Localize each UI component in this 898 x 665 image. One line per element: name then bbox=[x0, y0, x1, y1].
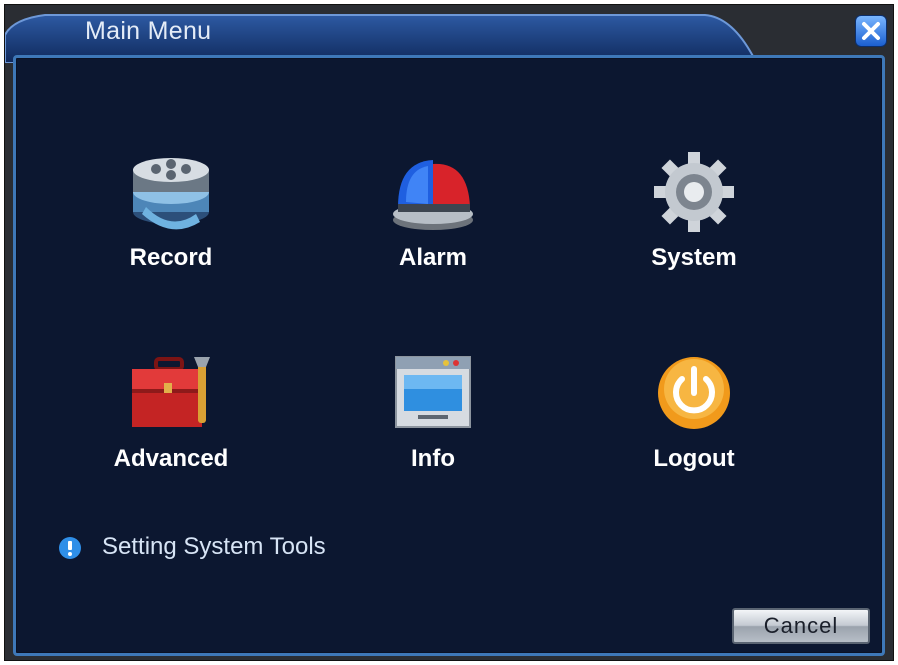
main-menu-panel: Record Alarm System Advanced Info Logout… bbox=[13, 55, 885, 656]
menu-item-system[interactable]: System bbox=[594, 152, 794, 292]
main-menu-window: Main Menu Record Alarm System Advanced I… bbox=[4, 4, 894, 661]
window-title: Main Menu bbox=[85, 17, 212, 45]
gear-icon bbox=[654, 152, 734, 232]
menu-item-record[interactable]: Record bbox=[71, 152, 271, 292]
info-window-icon bbox=[395, 356, 471, 428]
close-button[interactable] bbox=[855, 15, 887, 47]
menu-item-alarm[interactable]: Alarm bbox=[333, 152, 533, 292]
power-icon bbox=[658, 357, 730, 429]
cancel-button[interactable]: Cancel bbox=[732, 608, 870, 644]
menu-label-info: Info bbox=[411, 445, 455, 472]
close-icon bbox=[862, 22, 880, 40]
menu-label-logout: Logout bbox=[653, 445, 735, 472]
menu-item-logout[interactable]: Logout bbox=[594, 353, 794, 493]
menu-label-alarm: Alarm bbox=[398, 244, 468, 271]
menu-item-info[interactable]: Info bbox=[333, 353, 533, 493]
film-reel-icon bbox=[133, 158, 209, 230]
siren-icon bbox=[393, 160, 473, 230]
menu-label-advanced: Advanced bbox=[113, 445, 229, 472]
toolbox-icon bbox=[132, 357, 210, 427]
menu-label-system: System bbox=[651, 244, 737, 271]
menu-label-record: Record bbox=[129, 244, 213, 271]
status-text: Setting System Tools bbox=[102, 533, 326, 560]
info-icon bbox=[59, 537, 81, 559]
menu-item-advanced[interactable]: Advanced bbox=[71, 353, 271, 493]
